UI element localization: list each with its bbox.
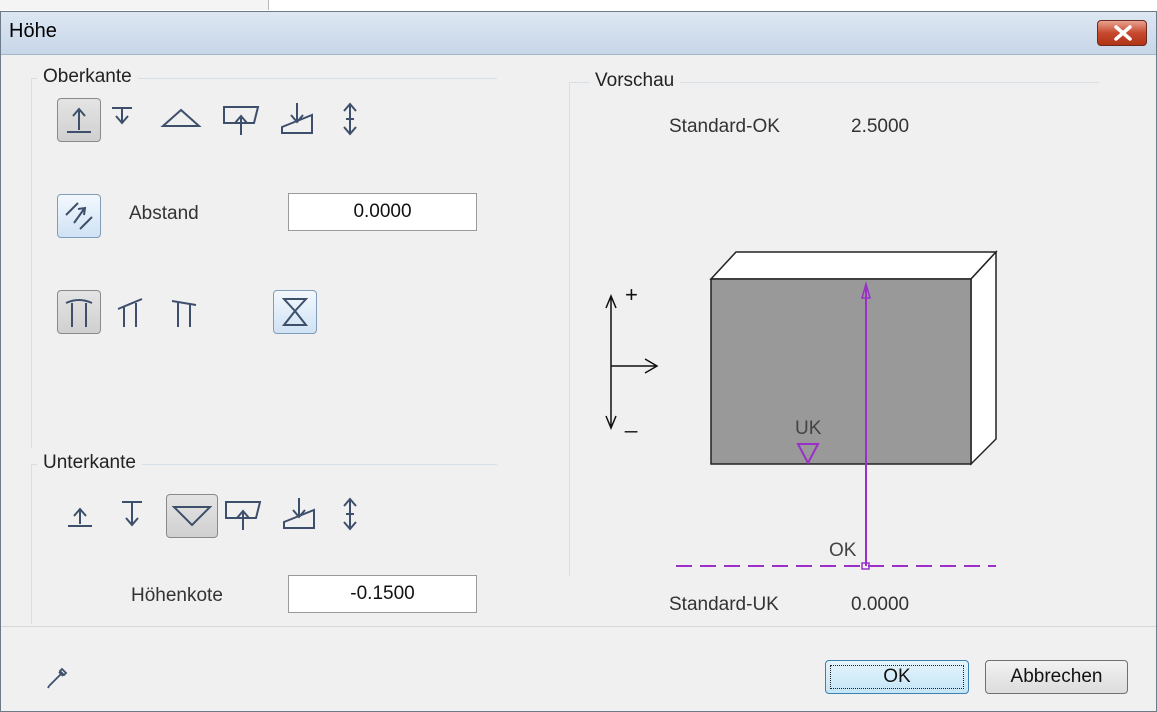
- lower-to-line-icon: [112, 107, 132, 125]
- standard-ok-label: Standard-OK: [669, 116, 780, 137]
- roof-both-icon: [65, 299, 93, 327]
- up-down-arrows-icon: [343, 102, 357, 136]
- dialog-title: Höhe: [9, 20, 57, 42]
- hourglass-icon: [281, 298, 309, 326]
- vorschau-legend: Vorschau: [589, 70, 681, 92]
- ok-button[interactable]: OK: [825, 660, 969, 694]
- vorschau-frame-left: [569, 82, 570, 576]
- abstand-input[interactable]: 0.0000: [288, 193, 477, 231]
- standard-uk-value: 0.0000: [851, 594, 910, 615]
- abstand-mode-button[interactable]: [57, 194, 101, 238]
- background-tab: [0, 0, 269, 10]
- top-edge-slope-button[interactable]: [275, 100, 319, 138]
- unterkante-frame-left: [31, 464, 32, 624]
- standard-ok-value: 2.5000: [851, 116, 910, 137]
- bottom-edge-triangle-button[interactable]: [166, 494, 218, 538]
- bottom-edge-plane-button[interactable]: [221, 494, 265, 534]
- plus-sign: +: [625, 282, 638, 307]
- bottom-edge-raise-button[interactable]: [63, 496, 97, 534]
- bottom-edge-slope-button[interactable]: [277, 494, 321, 534]
- triangle-up-icon: [160, 108, 202, 127]
- eyedropper-button[interactable]: [43, 662, 73, 692]
- uk-marker-label: UK: [795, 418, 822, 439]
- oberkante-legend: Oberkante: [37, 66, 138, 88]
- raise-to-line-icon: [67, 107, 91, 133]
- roof-left-button[interactable]: [111, 292, 151, 332]
- cancel-button[interactable]: Abbrechen: [985, 660, 1128, 694]
- title-bar: Höhe: [1, 12, 1156, 55]
- unterkante-legend: Unterkante: [37, 452, 142, 474]
- oberkante-frame-left: [31, 78, 32, 448]
- bottom-edge-updown-button[interactable]: [333, 494, 367, 534]
- slope-arrow-icon: [283, 498, 315, 529]
- hoehenkote-label: Höhenkote: [131, 585, 223, 606]
- raise-to-line-icon: [68, 507, 92, 527]
- lower-to-line-icon: [122, 501, 142, 527]
- slope-arrow-icon: [281, 103, 313, 134]
- roof-both-button[interactable]: [57, 290, 101, 334]
- hourglass-button[interactable]: [273, 290, 317, 334]
- plane-arrow-icon: [223, 106, 260, 135]
- roof-right-button[interactable]: [165, 292, 205, 332]
- standard-uk-label: Standard-UK: [669, 594, 779, 615]
- bottom-edge-lower-button[interactable]: [115, 496, 149, 534]
- triangle-down-icon: [171, 506, 213, 527]
- abstand-label: Abstand: [129, 203, 199, 224]
- cancel-button-label: Abbrechen: [1010, 666, 1103, 687]
- top-edge-raise-button[interactable]: [57, 98, 101, 142]
- up-down-arrows-icon: [343, 497, 357, 531]
- plane-arrow-icon: [225, 501, 262, 530]
- footer-divider: [1, 626, 1156, 627]
- top-edge-triangle-button[interactable]: [151, 102, 211, 136]
- distance-diagonal-icon: [65, 202, 93, 230]
- minus-sign: _: [624, 408, 638, 433]
- height-preview-diagram: + _ UK OK: [605, 250, 998, 570]
- ok-marker-label: OK: [829, 540, 857, 561]
- ok-focus-ring: [830, 665, 964, 689]
- hoehenkote-input[interactable]: -0.1500: [288, 575, 477, 613]
- top-edge-plane-button[interactable]: [219, 100, 263, 138]
- roof-right-icon: [171, 300, 197, 327]
- close-button[interactable]: [1097, 20, 1147, 46]
- close-icon: [1114, 25, 1132, 41]
- preview-box: [709, 250, 998, 466]
- top-edge-updown-button[interactable]: [333, 100, 367, 138]
- background-window-strip: [0, 0, 1157, 11]
- eyedropper-icon: [47, 667, 68, 689]
- roof-left-icon: [117, 298, 143, 327]
- top-edge-lower-button[interactable]: [105, 102, 139, 136]
- height-dialog: Höhe Oberkante Abstand 0.0000 Unterkante…: [0, 11, 1157, 712]
